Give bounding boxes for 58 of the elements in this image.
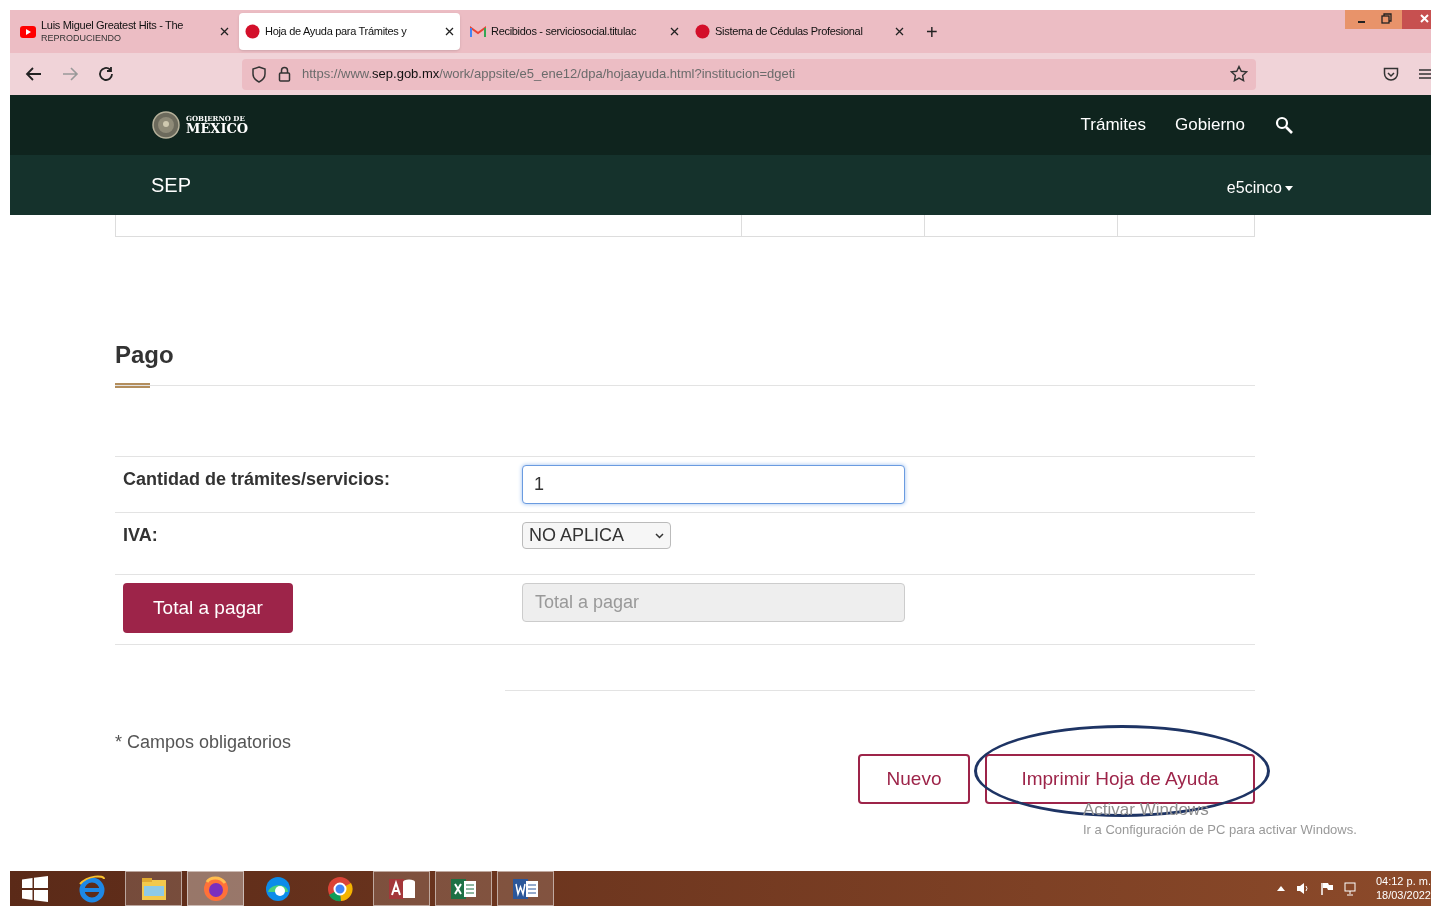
play-icon [20,25,36,38]
start-icon[interactable] [22,875,48,902]
circle-icon [695,24,710,39]
quantity-input[interactable]: 1 [522,465,905,504]
field-label: IVA: [123,525,158,545]
select-dropdown[interactable]: NO APLICA [522,522,671,549]
tab-title: Sistema de Cédulas Profesional [715,24,864,39]
address-bar[interactable]: https://www.sep.gob.mx/work/appsite/e5_ene12/dpa/hojaayuda.html?institucion=dgeti [242,58,1256,90]
pocket-icon[interactable] [1383,66,1399,82]
tab-title: Hoja de Ayuda para Trámites y [265,24,408,39]
browser-icon [76,873,107,904]
new-tab-button[interactable]: + [926,21,938,42]
taskbar-button[interactable] [373,871,430,906]
required-fields-note: * Campos obligatorios [115,731,293,754]
speaker-icon[interactable] [1296,882,1309,895]
taskbar-button[interactable] [435,871,492,906]
print-button[interactable]: Imprimir Hoja de Ayuda [985,754,1255,804]
taskbar-button[interactable] [497,871,554,906]
nav-link[interactable]: Trámites [1080,112,1147,138]
close-icon[interactable] [220,27,229,36]
tab-title: Luis Miguel Greatest Hits - The [41,19,185,33]
window-controls[interactable] [1345,10,1431,29]
clock-time: 04:12 p. m. [1375,874,1431,889]
menu-dropdown[interactable]: e5cinco [1226,176,1293,200]
lock-icon [278,66,291,82]
close-icon[interactable] [895,27,904,36]
field-label: Cantidad de trámites/servicios: [123,469,391,489]
mail-icon [470,25,486,38]
search-icon[interactable] [1275,116,1293,134]
star-icon[interactable] [1230,65,1248,83]
menu-icon[interactable] [1419,68,1431,80]
clock-date: 18/03/2022 [1375,888,1431,903]
section-title: Pago [115,340,175,370]
reload-icon[interactable] [97,65,115,83]
activation-text: Ir a Configuración de PC para activar Windows. [1083,821,1357,839]
close-icon[interactable] [445,27,454,36]
browser-tab[interactable]: Recibidos - serviciosocial.titulac [464,13,685,50]
shield-icon [251,65,267,83]
tab-title: Recibidos - serviciosocial.titulac [491,24,638,39]
browser-tab[interactable]: Hoja de Ayuda para Trámites y [239,13,460,50]
caret-icon [1285,185,1293,191]
nav-link[interactable]: Gobierno [1175,112,1245,138]
section-name: SEP [151,173,192,198]
flag-icon[interactable] [1320,882,1333,895]
chevron-icon [655,532,664,539]
logo-text: MÉXICO [186,122,249,135]
network-icon[interactable] [1344,881,1359,896]
browser-tab[interactable]: Sistema de Cédulas Profesional [689,13,910,50]
emblem-icon [151,110,181,140]
caret-up-icon[interactable] [1277,886,1285,891]
browser-tab[interactable]: Luis Miguel Greatest Hits - The REPRODUCIENDO [14,13,235,50]
taskbar-button[interactable] [125,871,182,906]
url-text: https://www.sep.gob.mx/work/appsite/e5_ene12/dpa/hojaayuda.html?institucion=dgeti [302,65,796,84]
circle-icon [245,24,260,39]
new-button[interactable]: Nuevo [858,754,970,804]
tab-subtitle: REPRODUCIENDO [41,32,122,44]
close-icon[interactable] [670,27,679,36]
back-icon[interactable] [25,65,43,83]
